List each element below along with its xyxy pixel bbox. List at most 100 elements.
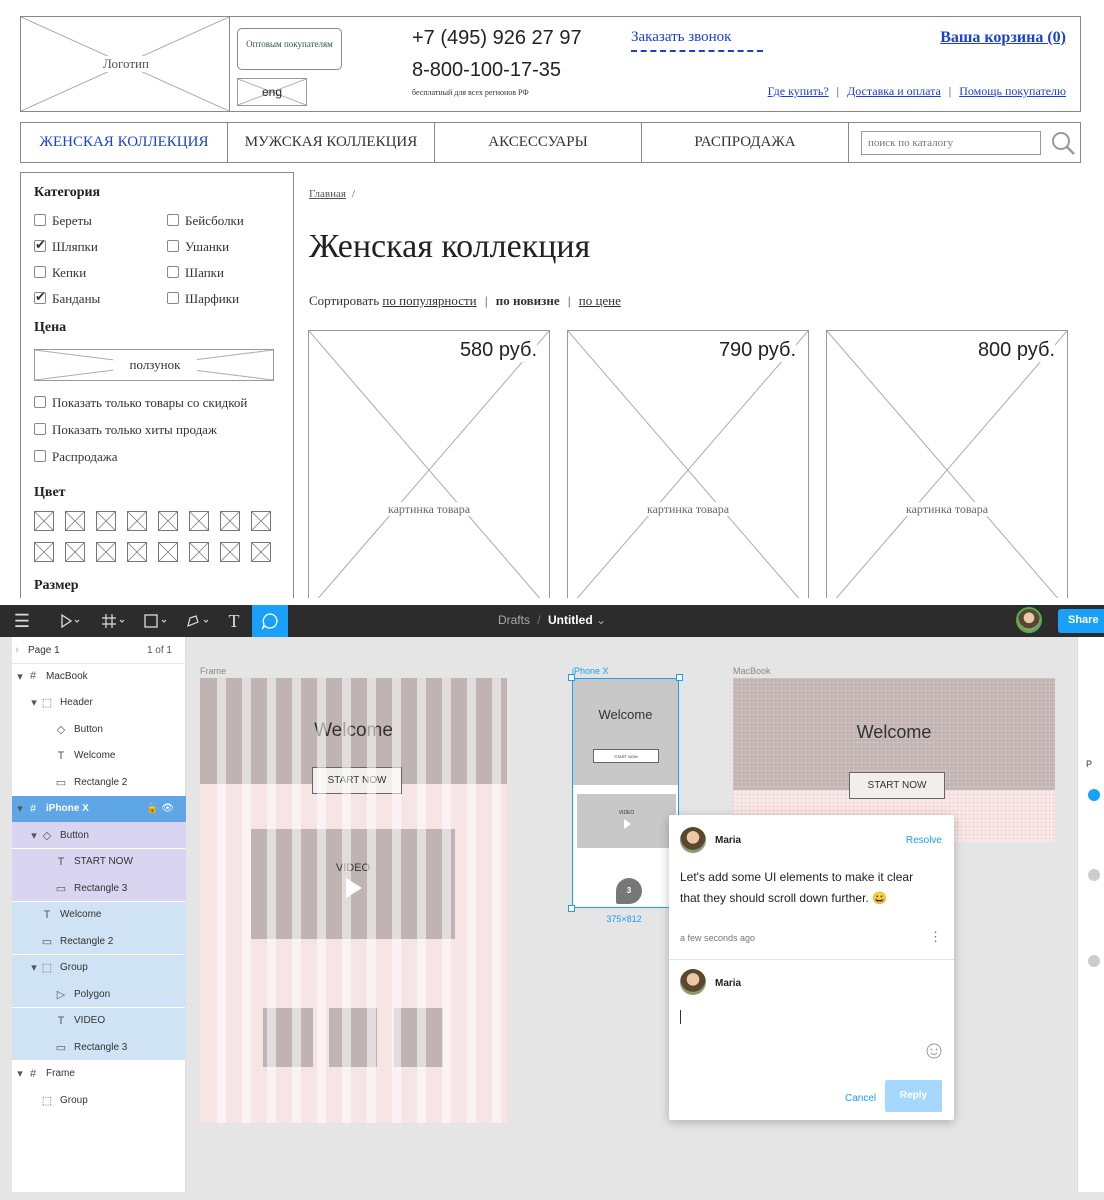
nav-item-sale[interactable]: РАСПРОДАЖА — [642, 123, 849, 162]
layer-item[interactable]: T VIDEO — [12, 1007, 186, 1034]
sort-price[interactable]: по цене — [579, 293, 621, 308]
color-swatch[interactable] — [251, 542, 271, 562]
color-swatch[interactable] — [127, 511, 147, 531]
frame-artboard[interactable]: Welcome START NOW VIDEO — [200, 678, 507, 1123]
delivery-link[interactable]: Доставка и оплата — [847, 84, 941, 98]
product-card[interactable]: 800 руб. картинка товара — [826, 330, 1068, 598]
checkbox[interactable] — [167, 214, 179, 226]
page-selector[interactable]: › Page 1 1 of 1 — [12, 637, 186, 663]
nav-item-men[interactable]: МУЖСКАЯ КОЛЛЕКЦИЯ — [228, 123, 435, 162]
lock-visibility-icon[interactable]: 🔓 👁 — [146, 803, 174, 814]
more-options-icon[interactable]: ⋮ — [929, 929, 942, 945]
layer-item[interactable]: ▾ ⬚ Header — [12, 690, 186, 716]
color-swatch[interactable] — [158, 511, 178, 531]
info-icon[interactable] — [1088, 789, 1100, 801]
share-button[interactable]: Share — [1058, 609, 1104, 633]
sort-popular[interactable]: по популярности — [382, 293, 476, 308]
breadcrumb-drafts[interactable]: Drafts — [498, 613, 530, 627]
layer-item[interactable]: ▾ ⬚ Group — [12, 954, 186, 981]
expand-arrow-icon[interactable]: ▾ — [16, 1067, 24, 1080]
layer-item[interactable]: ◇ Button — [12, 716, 186, 742]
option-icon[interactable] — [1088, 955, 1100, 967]
checkbox[interactable] — [34, 423, 46, 435]
filter-beret[interactable]: Береты — [34, 213, 92, 229]
color-swatch[interactable] — [158, 542, 178, 562]
search-input[interactable] — [861, 131, 1041, 155]
help-link[interactable]: Помощь покупателю — [959, 84, 1066, 98]
comment-pin[interactable]: 3 — [616, 878, 642, 904]
color-swatch[interactable] — [220, 542, 240, 562]
resize-handle[interactable] — [568, 674, 575, 681]
layer-item[interactable]: ▷ Polygon — [12, 981, 186, 1007]
checkbox[interactable] — [34, 396, 46, 408]
layer-item[interactable]: ▾ # iPhone X 🔓 👁 — [12, 795, 186, 822]
layer-item[interactable]: ▭ Rectangle 2 — [12, 928, 186, 954]
product-card[interactable]: 580 руб. картинка товара — [308, 330, 550, 598]
expand-arrow-icon[interactable]: ▾ — [30, 829, 38, 842]
layer-item[interactable]: ▾ ◇ Button — [12, 822, 186, 848]
filter-hats[interactable]: Шляпки — [34, 237, 98, 255]
checkbox[interactable] — [34, 266, 46, 278]
filter-hits[interactable]: Показать только хиты продаж — [34, 422, 217, 438]
expand-arrow-icon[interactable]: ▾ — [16, 802, 24, 815]
layer-item[interactable]: ▭ Rectangle 3 — [12, 1034, 186, 1060]
cart-link[interactable]: Ваша корзина (0) — [940, 29, 1066, 47]
wholesale-button[interactable]: Оптовым покупателям — [237, 28, 342, 70]
color-swatch[interactable] — [65, 542, 85, 562]
user-avatar[interactable] — [1016, 607, 1042, 633]
where-buy-link[interactable]: Где купить? — [768, 84, 829, 98]
layer-item[interactable]: ▭ Rectangle 3 — [12, 875, 186, 901]
nav-item-women[interactable]: ЖЕНСКАЯ КОЛЛЕКЦИЯ — [21, 123, 228, 162]
chevron-down-icon[interactable]: ⌄ — [596, 613, 606, 627]
cancel-button[interactable]: Cancel — [845, 1093, 876, 1104]
color-swatch[interactable] — [34, 542, 54, 562]
layer-item[interactable]: T Welcome — [12, 901, 186, 928]
filter-discount[interactable]: Показать только товары со скидкой — [34, 395, 247, 411]
emoji-icon[interactable] — [926, 1043, 942, 1059]
resize-handle[interactable] — [676, 674, 683, 681]
macbook-start-button[interactable]: START NOW — [849, 772, 945, 799]
checkbox-checked[interactable] — [34, 237, 46, 253]
layer-item[interactable]: T START NOW — [12, 848, 186, 875]
reply-button[interactable]: Reply — [885, 1080, 942, 1112]
filter-caps[interactable]: Кепки — [34, 265, 86, 281]
layer-item[interactable]: ▾ # Frame — [12, 1061, 186, 1087]
filter-scarves[interactable]: Шарфики — [167, 291, 239, 307]
expand-arrow-icon[interactable]: ▾ — [16, 670, 24, 683]
expand-arrow-icon[interactable]: ▾ — [30, 696, 38, 709]
layer-item[interactable]: ▭ Rectangle 2 — [12, 769, 186, 795]
iphone-start-button[interactable]: START NOW — [593, 749, 659, 763]
product-card[interactable]: 790 руб. картинка товара — [567, 330, 809, 598]
layer-item[interactable]: T Welcome — [12, 743, 186, 769]
checkbox[interactable] — [167, 240, 179, 252]
color-swatch[interactable] — [96, 511, 116, 531]
iphone-artboard[interactable]: Welcome START NOW VIDEO — [572, 678, 679, 908]
color-swatch[interactable] — [127, 542, 147, 562]
lang-button[interactable]: eng — [237, 78, 307, 106]
checkbox[interactable] — [34, 450, 46, 462]
color-swatch[interactable] — [189, 542, 209, 562]
color-swatch[interactable] — [96, 542, 116, 562]
filter-sale[interactable]: Распродажа — [34, 449, 118, 465]
color-swatch[interactable] — [34, 511, 54, 531]
layer-item[interactable]: ▾ # MacBook — [12, 663, 186, 689]
layer-item[interactable]: ⬚ Group — [12, 1087, 186, 1113]
checkbox[interactable] — [167, 266, 179, 278]
checkbox[interactable] — [34, 214, 46, 226]
color-swatch[interactable] — [65, 511, 85, 531]
search-icon[interactable] — [1049, 129, 1077, 157]
color-swatch[interactable] — [251, 511, 271, 531]
file-name[interactable]: Untitled — [548, 613, 593, 627]
sort-new[interactable]: по новизне — [496, 293, 560, 308]
resolve-button[interactable]: Resolve — [906, 835, 942, 846]
callback-link[interactable]: Заказать звонок — [631, 29, 763, 52]
expand-arrow-icon[interactable]: ▾ — [30, 961, 38, 974]
price-slider[interactable]: ползунок — [34, 349, 274, 381]
filter-ushanka[interactable]: Ушанки — [167, 239, 229, 255]
filter-beanies[interactable]: Шапки — [167, 265, 224, 281]
option-icon[interactable] — [1088, 869, 1100, 881]
breadcrumb-home[interactable]: Главная — [309, 188, 346, 200]
resize-handle[interactable] — [568, 905, 575, 912]
checkbox-checked[interactable] — [34, 289, 46, 305]
filter-baseball[interactable]: Бейсболки — [167, 213, 244, 229]
